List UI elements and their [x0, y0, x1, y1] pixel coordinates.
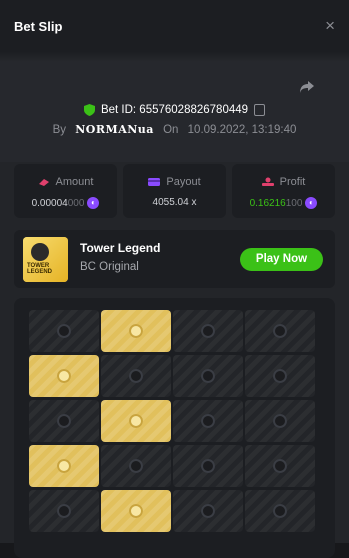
tile [245, 445, 315, 487]
stat-profit: Profit 0.16216 100 ◐ [232, 164, 335, 218]
tile [245, 490, 315, 532]
bet-info: Bet ID: 65576028826780449 By NORMANua On… [0, 52, 349, 162]
header: Bet Slip × [0, 0, 349, 52]
page-title: Bet Slip [14, 18, 63, 34]
play-now-button[interactable]: Play Now [240, 248, 323, 271]
profit-icon [261, 177, 274, 186]
coin-icon [57, 369, 71, 383]
stat-payout: Payout 4055.04 x [123, 164, 226, 218]
coin-icon [201, 324, 215, 338]
amount-icon [38, 179, 49, 186]
stats-row: Amount 0.00004 000 ◐ Payout 4055.04 x Pro… [14, 164, 335, 218]
coin-icon [129, 414, 143, 428]
by-label: By [52, 124, 67, 136]
game-board [14, 298, 335, 558]
bet-card: Bet ID: 65576028826780449 By NORMANua On… [0, 52, 349, 558]
tile-revealed [101, 490, 171, 532]
character-icon [31, 243, 49, 261]
coin-icon: ◐ [305, 197, 318, 209]
tile [29, 490, 99, 532]
stat-value: 0.16216 [249, 197, 286, 209]
coin-icon [129, 459, 143, 473]
coin-icon [129, 369, 143, 383]
coin-icon [57, 414, 71, 428]
stat-label: Amount [55, 176, 94, 188]
coin-icon [201, 414, 215, 428]
tile [29, 310, 99, 352]
coin-icon [201, 459, 215, 473]
copy-icon[interactable] [254, 104, 266, 116]
username-link[interactable]: NORMANua [75, 123, 154, 136]
coin-icon [273, 504, 287, 518]
tile [173, 490, 243, 532]
coin-icon: ◐ [87, 197, 100, 209]
tile [245, 400, 315, 442]
game-name: Tower Legend [80, 241, 161, 255]
game-subtitle: BC Original [80, 261, 139, 273]
payout-icon [148, 178, 161, 186]
tile-revealed [101, 310, 171, 352]
bet-id: Bet ID: 65576028826780449 [100, 104, 249, 116]
coin-icon [57, 459, 71, 473]
coin-icon [201, 504, 215, 518]
coin-icon [273, 369, 287, 383]
tile [101, 445, 171, 487]
tile [173, 400, 243, 442]
coin-icon [273, 459, 287, 473]
bet-date: 10.09.2022, 13:19:40 [187, 124, 297, 136]
stat-amount: Amount 0.00004 000 ◐ [14, 164, 117, 218]
close-icon[interactable]: × [325, 16, 335, 36]
tile [173, 355, 243, 397]
coin-icon [129, 324, 143, 338]
stat-value-dim: 100 [285, 197, 303, 209]
bet-id-row: Bet ID: 65576028826780449 [0, 104, 349, 116]
tile [173, 445, 243, 487]
shield-icon [83, 104, 95, 116]
stat-value: 4055.04 x [152, 197, 197, 208]
tile-grid [29, 310, 315, 532]
coin-icon [129, 504, 143, 518]
tile [173, 310, 243, 352]
stat-label: Payout [166, 176, 201, 188]
tile-revealed [101, 400, 171, 442]
game-card: TOWER LEGEND Tower Legend BC Original Pla… [14, 230, 335, 288]
tile-revealed [29, 445, 99, 487]
tile [101, 355, 171, 397]
thumb-text: LEGEND [27, 269, 53, 275]
stat-label: Profit [279, 176, 306, 188]
stat-value-dim: 000 [67, 197, 85, 209]
tile [245, 310, 315, 352]
tile [29, 400, 99, 442]
bet-author-row: By NORMANua On 10.09.2022, 13:19:40 [0, 123, 349, 136]
coin-icon [57, 324, 71, 338]
coin-icon [273, 414, 287, 428]
share-icon[interactable] [299, 80, 315, 99]
on-label: On [163, 124, 179, 136]
stat-value: 0.00004 [31, 197, 68, 209]
game-thumbnail[interactable]: TOWER LEGEND [23, 237, 68, 282]
coin-icon [57, 504, 71, 518]
tile-revealed [29, 355, 99, 397]
coin-icon [201, 369, 215, 383]
tile [245, 355, 315, 397]
coin-icon [273, 324, 287, 338]
